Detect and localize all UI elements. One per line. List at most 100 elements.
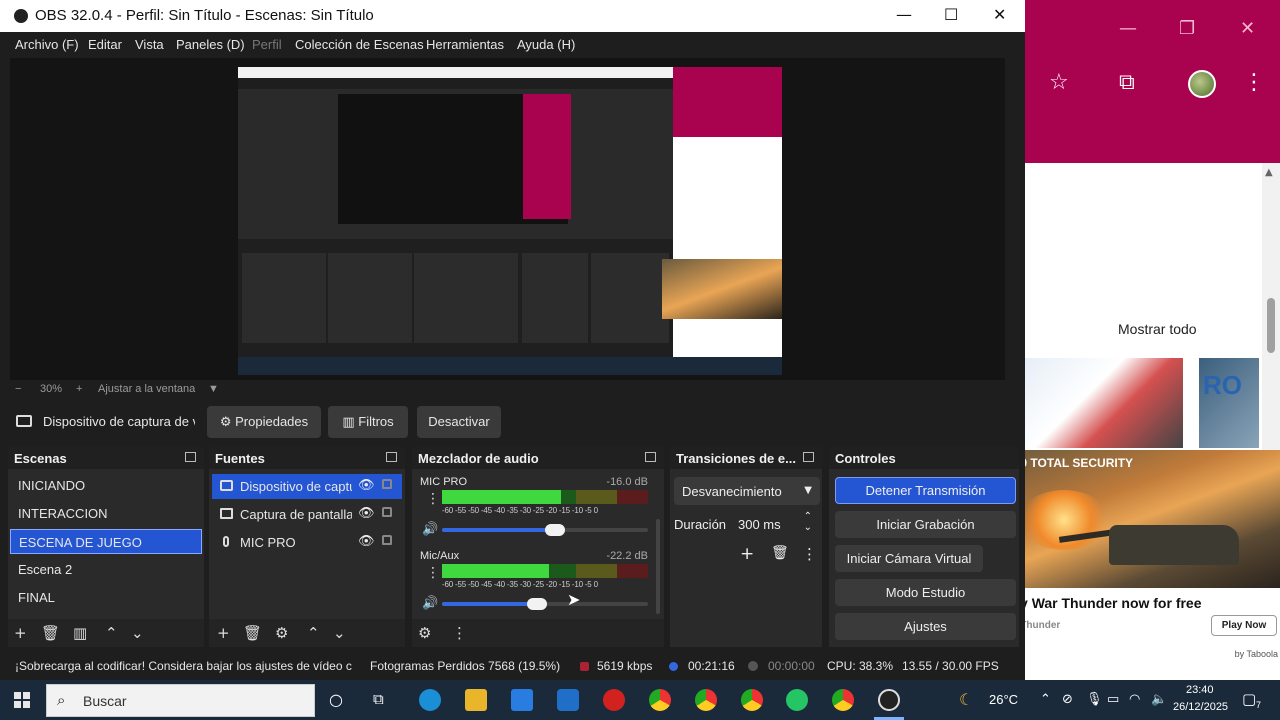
add-source-icon[interactable]: + bbox=[217, 624, 230, 642]
whatsapp-icon[interactable] bbox=[786, 689, 808, 711]
ad-attribution[interactable]: by Taboola bbox=[1235, 649, 1278, 659]
task-view-icon[interactable]: ⧉ bbox=[373, 690, 384, 708]
opera-icon[interactable] bbox=[603, 689, 625, 711]
source-item[interactable]: MIC PRO 👁 bbox=[212, 530, 402, 555]
browser-restore-icon[interactable]: ❐ bbox=[1179, 18, 1195, 39]
start-recording-button[interactable]: Iniciar Grabación bbox=[835, 511, 1016, 538]
channel-menu-icon[interactable]: ⋮ bbox=[426, 492, 440, 506]
browser-minimize-icon[interactable]: — bbox=[1119, 18, 1137, 39]
undock-icon[interactable] bbox=[645, 452, 656, 462]
filters-button[interactable]: ▥ Filtros bbox=[328, 406, 408, 438]
stream-preview[interactable] bbox=[238, 67, 782, 375]
deactivate-button[interactable]: Desactivar bbox=[417, 406, 501, 438]
spin-up-icon[interactable]: ⌃ bbox=[804, 511, 812, 522]
temperature[interactable]: 26°C bbox=[989, 692, 1018, 707]
mixer-menu-icon[interactable]: ⋮ bbox=[452, 624, 467, 642]
transition-menu-icon[interactable]: ⋮ bbox=[802, 545, 817, 563]
advanced-audio-icon[interactable]: ⚙ bbox=[418, 624, 431, 642]
show-all-link[interactable]: Mostrar todo bbox=[1118, 321, 1197, 337]
browser-menu-icon[interactable]: ⋮ bbox=[1243, 70, 1265, 95]
play-now-button[interactable]: Play Now bbox=[1211, 615, 1277, 636]
lock-icon[interactable] bbox=[382, 479, 392, 489]
move-up-icon[interactable]: ⌃ bbox=[307, 624, 320, 642]
stop-streaming-button[interactable]: Detener Transmisión bbox=[835, 477, 1016, 504]
undock-icon[interactable] bbox=[386, 452, 397, 462]
visibility-eye-icon[interactable]: 👁 bbox=[358, 506, 375, 521]
microphone-tray-icon[interactable]: 🎙 bbox=[1086, 692, 1103, 707]
clock-date[interactable]: 26/12/2025 bbox=[1173, 701, 1228, 713]
minimize-button[interactable]: — bbox=[896, 5, 912, 24]
slider-knob[interactable] bbox=[526, 598, 547, 610]
menu-editar[interactable]: Editar bbox=[88, 37, 122, 52]
app-tray-icon[interactable]: ⊘ bbox=[1062, 692, 1073, 707]
visibility-eye-icon[interactable]: 👁 bbox=[358, 478, 375, 493]
battery-icon[interactable]: ▭ bbox=[1107, 692, 1119, 707]
notifications-icon[interactable]: ▢ bbox=[1242, 690, 1256, 708]
move-down-icon[interactable]: ⌄ bbox=[131, 624, 144, 642]
fit-to-window-label[interactable]: Ajustar a la ventana bbox=[98, 383, 195, 395]
remove-scene-icon[interactable]: 🗑 bbox=[41, 624, 60, 642]
menu-vista[interactable]: Vista bbox=[135, 37, 164, 52]
source-item[interactable]: Captura de pantalla 👁 bbox=[212, 502, 402, 527]
video-thumbnail-2[interactable]: RO bbox=[1199, 358, 1259, 448]
store-icon[interactable] bbox=[511, 689, 533, 711]
close-button[interactable]: ✕ bbox=[993, 5, 1006, 24]
channel-menu-icon[interactable]: ⋮ bbox=[426, 566, 440, 580]
duration-spinbox[interactable]: 300 ms ⌃ ⌄ bbox=[732, 511, 818, 537]
menu-perfil[interactable]: Perfil bbox=[252, 37, 282, 52]
add-scene-icon[interactable]: + bbox=[14, 624, 27, 642]
chrome-profile-3-icon[interactable] bbox=[741, 689, 763, 711]
source-settings-icon[interactable]: ⚙ bbox=[275, 624, 288, 642]
move-up-icon[interactable]: ⌃ bbox=[105, 624, 118, 642]
source-item-active[interactable]: Dispositivo de captura de video 👁 bbox=[212, 474, 402, 499]
ad-headline[interactable]: Play War Thunder now for free bbox=[999, 595, 1202, 611]
ad-card[interactable]: 360 TOTAL SECURITY Play War Thunder now … bbox=[999, 450, 1280, 680]
visibility-eye-icon[interactable]: 👁 bbox=[358, 534, 375, 549]
properties-button[interactable]: ⚙ Propiedades bbox=[207, 406, 321, 438]
settings-button[interactable]: Ajustes bbox=[835, 613, 1016, 640]
add-transition-icon[interactable]: + bbox=[740, 544, 754, 564]
speaker-icon[interactable]: 🔊 bbox=[422, 596, 438, 611]
weather-moon-icon[interactable]: ☾ bbox=[959, 690, 973, 709]
profile-avatar[interactable] bbox=[1188, 70, 1216, 98]
extensions-icon[interactable]: ⧉ bbox=[1119, 70, 1135, 95]
volume-icon[interactable]: 🔈 bbox=[1151, 692, 1167, 707]
scrollbar-thumb[interactable] bbox=[1267, 298, 1275, 353]
edge-icon[interactable] bbox=[419, 689, 441, 711]
clock-time[interactable]: 23:40 bbox=[1186, 684, 1214, 696]
remove-source-icon[interactable]: 🗑 bbox=[243, 624, 262, 642]
chevron-up-icon[interactable]: ⌃ bbox=[1040, 692, 1051, 707]
scene-item-active[interactable]: ESCENA DE JUEGO bbox=[10, 529, 202, 554]
taskbar-search-box[interactable]: ⌕ Buscar bbox=[46, 684, 315, 717]
menu-archivo[interactable]: Archivo (F) bbox=[15, 37, 79, 52]
cortana-icon[interactable]: ○ bbox=[329, 690, 343, 709]
speaker-icon[interactable]: 🔊 bbox=[422, 522, 438, 537]
outlook-icon[interactable] bbox=[557, 689, 579, 711]
obs-taskbar-icon[interactable] bbox=[878, 689, 900, 711]
undock-icon[interactable] bbox=[803, 452, 814, 462]
video-thumbnail[interactable] bbox=[1025, 358, 1183, 448]
volume-slider[interactable] bbox=[442, 524, 648, 536]
undock-icon[interactable] bbox=[185, 452, 196, 462]
zoom-in-button[interactable]: + bbox=[76, 383, 82, 395]
scene-item[interactable]: INICIANDO bbox=[10, 473, 202, 498]
slider-knob[interactable] bbox=[545, 524, 566, 536]
menu-ayuda[interactable]: Ayuda (H) bbox=[517, 37, 575, 52]
volume-slider[interactable] bbox=[442, 598, 648, 610]
menu-herramientas[interactable]: Herramientas bbox=[426, 37, 504, 52]
maximize-button[interactable]: ☐ bbox=[944, 5, 958, 24]
move-down-icon[interactable]: ⌄ bbox=[333, 624, 346, 642]
menu-coleccion-escenas[interactable]: Colección de Escenas bbox=[295, 37, 424, 52]
scroll-up-icon[interactable]: ▲ bbox=[1265, 167, 1273, 178]
scene-item[interactable]: INTERACCION bbox=[10, 501, 202, 526]
windows-start-icon[interactable] bbox=[14, 692, 30, 708]
menu-paneles[interactable]: Paneles (D) bbox=[176, 37, 245, 52]
scene-item[interactable]: FINAL bbox=[10, 585, 202, 610]
bookmark-star-icon[interactable]: ☆ bbox=[1049, 70, 1069, 95]
chrome-profile-4-icon[interactable] bbox=[832, 689, 854, 711]
wifi-icon[interactable]: ◠ bbox=[1129, 692, 1140, 707]
browser-close-icon[interactable]: ✕ bbox=[1240, 18, 1255, 39]
chrome-icon[interactable] bbox=[649, 689, 671, 711]
scene-item[interactable]: Escena 2 bbox=[10, 557, 202, 582]
studio-mode-button[interactable]: Modo Estudio bbox=[835, 579, 1016, 606]
